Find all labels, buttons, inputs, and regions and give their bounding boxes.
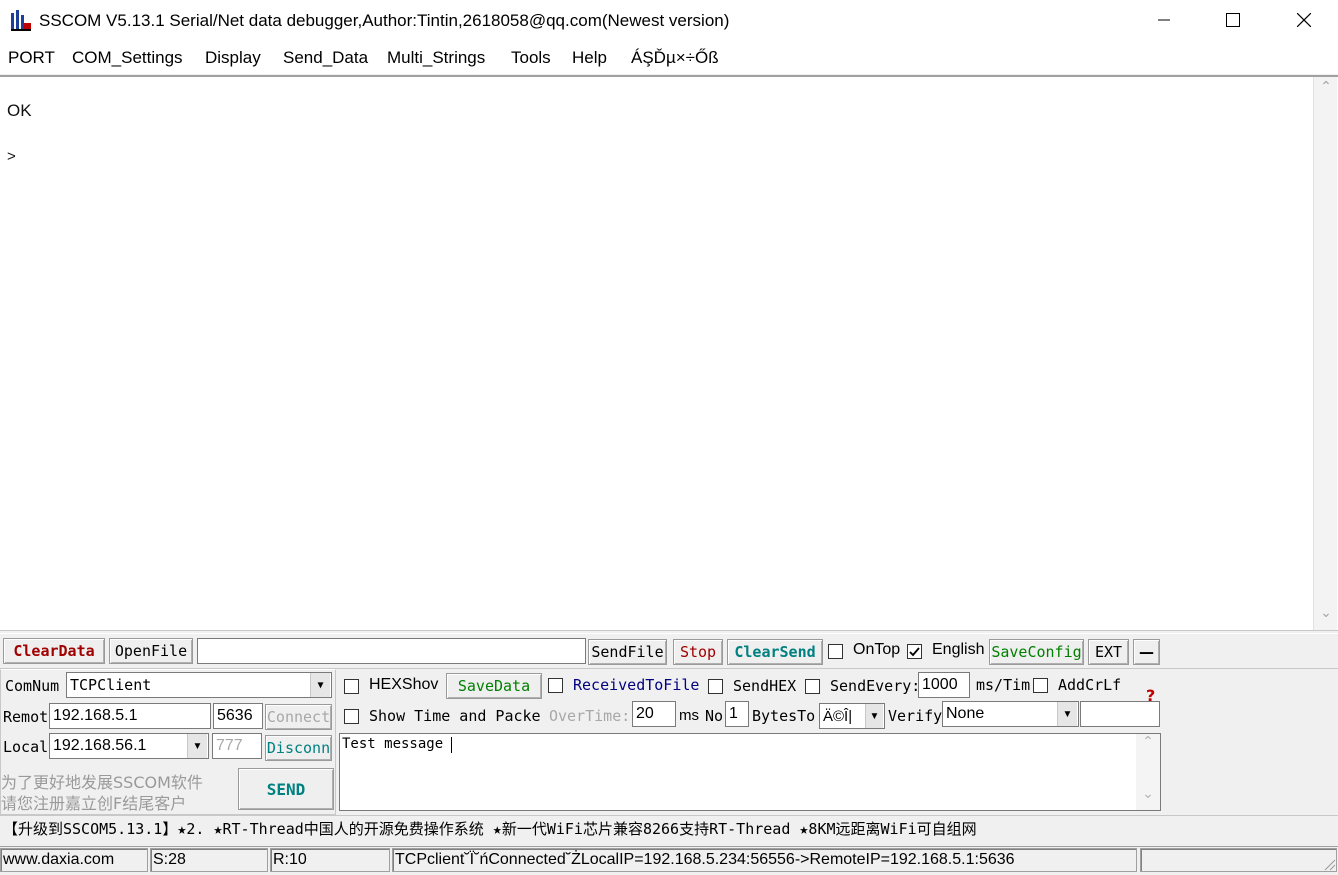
open-file-button[interactable]: OpenFile	[109, 638, 193, 664]
received-to-file-checkbox[interactable]	[548, 678, 563, 693]
remote-ip-input[interactable]: 192.168.5.1	[49, 703, 211, 729]
promo-line-2: 请您注册嘉立创F结尾客户	[1, 794, 187, 813]
menu-send-data[interactable]: Send_Data	[283, 48, 368, 68]
resize-grip-icon[interactable]	[1322, 856, 1336, 871]
status-message: TCPclient˘Ϊ˘ńConnected˘ŻLocalIP=192.168.…	[392, 848, 1137, 872]
save-data-button[interactable]: SaveData	[446, 673, 542, 699]
chevron-down-icon[interactable]: ▼	[1057, 702, 1077, 726]
send-textarea[interactable]: Test message ⌃ ⌄	[339, 733, 1161, 811]
receive-area[interactable]	[0, 75, 1338, 631]
no-input[interactable]: 1	[725, 701, 749, 727]
local-ip-value: 192.168.56.1	[53, 737, 147, 754]
close-icon	[1297, 13, 1311, 27]
scroll-up-icon[interactable]: ⌃	[1140, 734, 1156, 750]
scroll-up-icon[interactable]: ⌃	[1318, 79, 1334, 97]
english-checkbox[interactable]	[907, 644, 922, 659]
local-port-input[interactable]: 777	[212, 733, 262, 759]
window-title: SSCOM V5.13.1 Serial/Net data debugger,A…	[39, 11, 730, 30]
verify-value: None	[946, 705, 985, 722]
scroll-down-icon[interactable]: ⌄	[1318, 605, 1334, 623]
send-button[interactable]: SEND	[238, 768, 334, 810]
status-extra	[1140, 848, 1337, 872]
comnum-select[interactable]: TCPClient ▼	[66, 672, 332, 698]
chevron-down-icon[interactable]: ▼	[310, 673, 330, 697]
verify-label: Verify	[888, 707, 943, 725]
add-crlf-label: AddCrLf	[1058, 676, 1122, 694]
overtime-input[interactable]: 20	[632, 701, 676, 727]
verify-extra-input[interactable]	[1080, 701, 1160, 727]
menu-multi-strings[interactable]: Multi_Strings	[387, 48, 485, 68]
minimize-button[interactable]	[1141, 0, 1187, 40]
status-sent-count: S:28	[150, 848, 268, 872]
chevron-down-icon[interactable]: ▼	[865, 704, 883, 728]
hexshow-label: HEXShov	[369, 676, 439, 693]
send-text: Test message	[342, 736, 444, 752]
status-received-count: R:10	[270, 848, 390, 872]
send-hex-checkbox[interactable]	[708, 679, 723, 694]
save-config-button[interactable]: SaveConfig	[989, 639, 1084, 665]
menu-display[interactable]: Display	[205, 48, 261, 68]
ms-tim-label: ms/Tim	[976, 676, 1031, 694]
bytes-to-label: BytesTo	[752, 707, 816, 725]
send-every-input[interactable]: 1000	[918, 672, 970, 698]
stop-button[interactable]: Stop	[673, 639, 723, 665]
send-file-button[interactable]: SendFile	[588, 639, 667, 665]
menu-com-settings[interactable]: COM_Settings	[72, 48, 183, 68]
show-time-label: Show Time and Packe	[369, 707, 541, 725]
no-label: No	[705, 707, 724, 725]
menu-port[interactable]: PORT	[8, 48, 55, 68]
maximize-icon	[1226, 13, 1240, 27]
receive-scrollbar[interactable]: ⌃ ⌄	[1313, 77, 1337, 630]
sscom-logo-icon	[10, 9, 32, 33]
text-caret	[451, 737, 452, 753]
chevron-down-icon[interactable]: ▼	[187, 734, 207, 758]
bytes-to-select[interactable]: Ä©Î| ▼	[819, 703, 885, 729]
comnum-value: TCPClient	[70, 676, 152, 694]
ms-label: ms	[679, 707, 699, 724]
overtime-label: OverTime:	[549, 707, 631, 725]
local-ip-select[interactable]: 192.168.56.1 ▼	[49, 733, 209, 759]
menu-tools[interactable]: Tools	[511, 48, 551, 68]
send-every-label: SendEvery:	[830, 677, 921, 695]
collapse-button[interactable]: —	[1133, 639, 1160, 665]
comnum-label: ComNum	[5, 677, 60, 695]
menu-author[interactable]: ÁŞĎµ×÷Őß	[631, 48, 719, 68]
receive-line: OK	[7, 101, 32, 120]
show-time-checkbox[interactable]	[344, 709, 359, 724]
scroll-down-icon[interactable]: ⌄	[1140, 786, 1156, 802]
send-hex-label: SendHEX	[733, 677, 797, 695]
maximize-button[interactable]	[1210, 0, 1256, 40]
send-every-checkbox[interactable]	[805, 679, 820, 694]
disconnect-button[interactable]: Disconn	[265, 735, 332, 761]
receive-line: >	[7, 148, 16, 165]
local-label: Local	[3, 738, 49, 756]
clear-send-button[interactable]: ClearSend	[727, 639, 823, 665]
menu-help[interactable]: Help	[572, 48, 607, 68]
on-top-label: OnTop	[853, 641, 901, 658]
english-label: English	[932, 641, 985, 658]
checkmark-icon	[909, 647, 920, 657]
minimize-icon	[1158, 19, 1170, 21]
ext-button[interactable]: EXT	[1088, 639, 1129, 665]
verify-select[interactable]: None ▼	[942, 701, 1079, 727]
file-path-input[interactable]	[197, 638, 586, 664]
status-website[interactable]: www.daxia.com	[0, 848, 148, 872]
send-scrollbar[interactable]: ⌃ ⌄	[1136, 734, 1160, 810]
bytes-to-value: Ä©Î|	[823, 707, 853, 725]
hexshow-checkbox[interactable]	[344, 679, 359, 694]
remote-port-input[interactable]: 5636	[213, 703, 263, 729]
connect-button[interactable]: Connect	[265, 704, 332, 730]
on-top-checkbox[interactable]	[828, 644, 843, 659]
ticker-text[interactable]: 【升级到SSCOM5.13.1】★2. ★RT-Thread中国人的开源免费操作…	[3, 818, 977, 839]
add-crlf-checkbox[interactable]	[1033, 678, 1048, 693]
remote-label: Remot	[3, 708, 49, 726]
clear-data-button[interactable]: ClearData	[3, 638, 105, 664]
received-to-file-label: ReceivedToFile	[573, 676, 700, 694]
close-button[interactable]	[1281, 0, 1327, 40]
